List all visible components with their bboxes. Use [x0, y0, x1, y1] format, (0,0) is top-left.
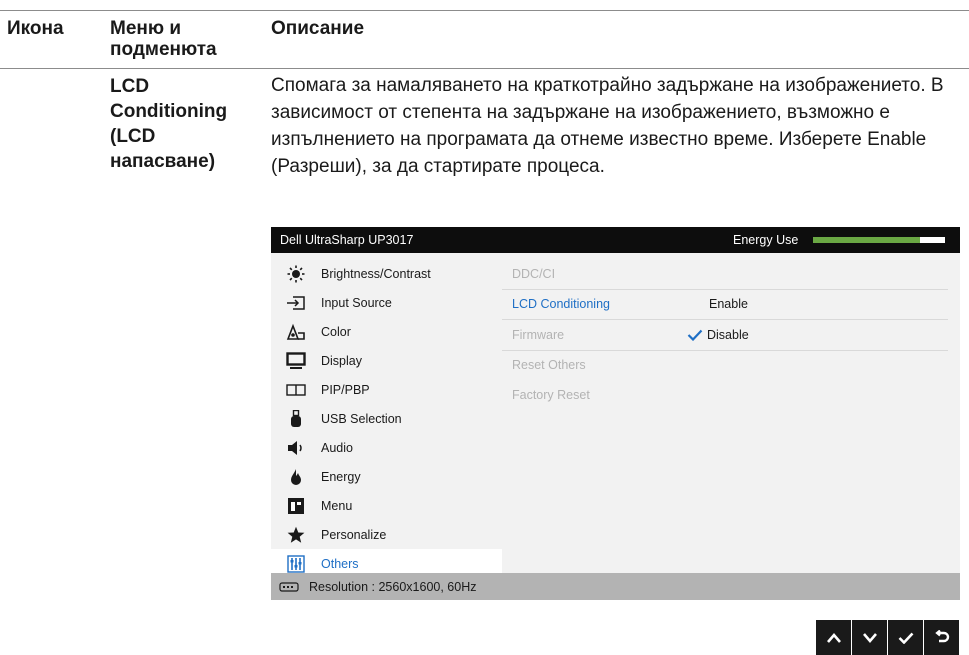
brightness-icon — [285, 265, 307, 283]
others-icon — [285, 554, 307, 573]
description-text: Спомага за намаляването на краткотрайно … — [271, 75, 944, 177]
menu-item-label: Menu — [321, 498, 353, 513]
display-icon — [285, 351, 307, 370]
energy-icon — [285, 468, 307, 486]
pip-icon — [285, 381, 307, 399]
resolution-text: Resolution : 2560x1600, 60Hz — [309, 579, 477, 594]
menu-item-label: USB Selection — [321, 411, 402, 426]
back-button[interactable] — [924, 620, 959, 655]
star-icon — [285, 526, 307, 544]
osd-window: Dell UltraSharp UP3017 Energy Use Bright… — [271, 227, 960, 600]
menu-item-label: Color — [321, 324, 351, 339]
osd-main-menu: Brightness/Contrast Input Source Color D… — [271, 259, 502, 578]
menu-icon — [285, 497, 307, 515]
check-icon — [687, 329, 703, 341]
menu-item-label: Energy — [321, 469, 361, 484]
table-header-rule — [0, 68, 969, 69]
menu-item-menu[interactable]: Menu — [271, 491, 502, 520]
submenu-label: LCD Conditioning — [512, 297, 610, 312]
option-label: Disable — [707, 327, 749, 342]
input-source-icon — [285, 294, 307, 312]
menu-item-energy[interactable]: Energy — [271, 462, 502, 491]
usb-icon — [285, 409, 307, 428]
menu-item-label: Display — [321, 353, 362, 368]
submenu-label: Factory Reset — [512, 387, 590, 402]
column-header-icon: Икона — [7, 18, 64, 39]
menu-item-display[interactable]: Display — [271, 346, 502, 375]
osd-nav-buttons — [816, 620, 959, 655]
check-icon — [898, 632, 913, 644]
up-button[interactable] — [816, 620, 852, 655]
osd-status-bar: Resolution : 2560x1600, 60Hz — [271, 573, 960, 600]
submenu-lcd-conditioning[interactable]: LCD Conditioning Enable — [502, 290, 948, 320]
menu-item-label: Input Source — [321, 295, 392, 310]
menu-item-label: PIP/PBP — [321, 382, 370, 397]
down-arrow-icon — [862, 632, 877, 643]
menu-item-brightness-contrast[interactable]: Brightness/Contrast — [271, 259, 502, 288]
column-header-description: Описание — [271, 18, 365, 39]
submenu-label: Firmware — [512, 327, 565, 342]
color-icon — [285, 323, 307, 341]
menu-item-label: Brightness/Contrast — [321, 266, 431, 281]
menu-name-lcd-conditioning: LCD Conditioning (LCD напасване) — [110, 76, 228, 172]
option-disable[interactable]: Disable — [687, 328, 749, 342]
menu-item-label: Others — [321, 556, 359, 571]
osd-submenu: DDC/CI LCD Conditioning Enable Firmware … — [502, 259, 960, 410]
table-top-rule — [0, 10, 969, 11]
option-enable[interactable]: Enable — [709, 297, 748, 311]
energy-use-label: Energy Use — [733, 233, 799, 247]
back-icon — [934, 629, 949, 642]
menu-item-label: Audio — [321, 440, 353, 455]
osd-title-bar: Dell UltraSharp UP3017 Energy Use — [271, 227, 960, 253]
submenu-label: Reset Others — [512, 358, 586, 373]
energy-use-bar — [813, 237, 945, 243]
submenu-ddc-ci[interactable]: DDC/CI — [502, 259, 948, 290]
option-label: Enable — [709, 297, 748, 312]
audio-icon — [285, 439, 307, 457]
submenu-label: DDC/CI — [512, 266, 556, 281]
osd-title: Dell UltraSharp UP3017 — [280, 233, 414, 247]
down-button[interactable] — [852, 620, 888, 655]
submenu-firmware[interactable]: Firmware Disable — [502, 320, 948, 351]
menu-item-audio[interactable]: Audio — [271, 433, 502, 462]
resolution-icon — [279, 581, 299, 592]
submenu-factory-reset[interactable]: Factory Reset — [502, 380, 948, 410]
up-arrow-icon — [826, 632, 841, 643]
menu-item-usb-selection[interactable]: USB Selection — [271, 404, 502, 433]
confirm-button[interactable] — [888, 620, 924, 655]
menu-item-input-source[interactable]: Input Source — [271, 288, 502, 317]
menu-item-pip-pbp[interactable]: PIP/PBP — [271, 375, 502, 404]
energy-use-fill — [813, 237, 920, 243]
column-header-menu: Меню и подменюта — [110, 18, 217, 60]
menu-item-personalize[interactable]: Personalize — [271, 520, 502, 549]
menu-item-label: Personalize — [321, 527, 387, 542]
menu-item-color[interactable]: Color — [271, 317, 502, 346]
submenu-reset-others[interactable]: Reset Others — [502, 351, 948, 381]
